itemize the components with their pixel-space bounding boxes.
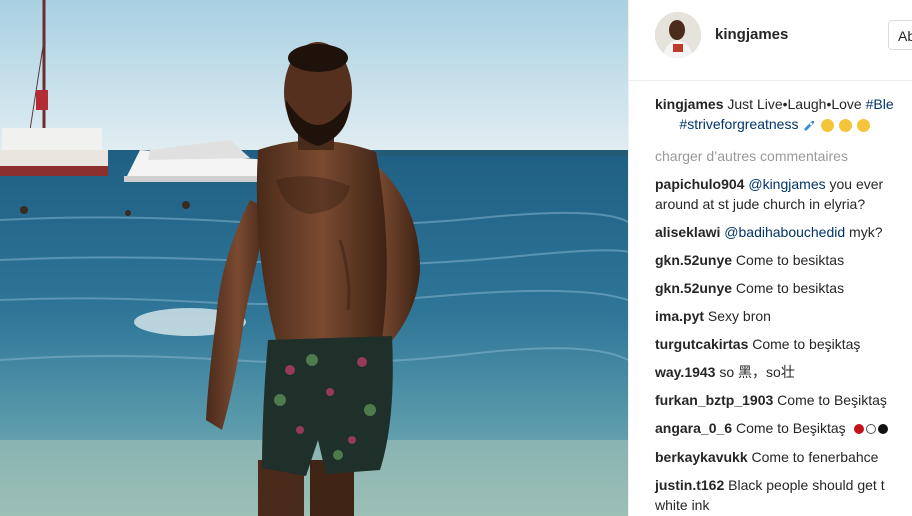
comment-item: way.1943 so 黑，so壮 [655,362,912,382]
comment-text-line2: around at st jude church in elyria? [655,196,866,212]
beach-photo-illustration [0,0,628,516]
comment-text: Come to besiktas [735,252,845,268]
comment-text: Come to Beşiktaş [777,392,887,408]
white-circle-icon [865,424,876,435]
comment-username[interactable]: aliseklawi [655,224,720,240]
caption-text: Just Live•Laugh•Love [727,96,862,112]
comment-item: justin.t162 Black people should get t wh… [655,475,912,515]
grin-emoji-icon [839,118,853,132]
caption-hashtag-1[interactable]: #Ble [866,96,894,112]
instagram-post-view: kingjames Abonné kingjames Just Live•Lau… [0,0,912,516]
avatar[interactable] [655,12,701,58]
caption-hashtag-2[interactable]: #striveforgreatness [679,116,798,132]
comment-item: gkn.52unye Come to besiktas [655,278,912,298]
red-circle-icon [853,424,864,435]
grimace-emoji-icon [821,118,835,132]
comment-username[interactable]: gkn.52unye [655,280,732,296]
comment-username[interactable]: turgutcakirtas [655,336,748,352]
comment-item: papichulo904 @kingjames you ever around … [655,174,912,214]
caption-username[interactable]: kingjames [655,96,723,112]
comment-username[interactable]: angara_0_6 [655,420,732,436]
comment-text: Sexy bron [707,308,771,324]
comment-item: berkaykavukk Come to fenerbahce [655,447,912,467]
caption-line2-prefix: ⠀⠀ [655,116,676,132]
comment-username[interactable]: ima.pyt [655,308,704,324]
comment-item: furkan_bztp_1903 Come to Beşiktaş [655,390,912,410]
post-header: kingjames Abonné [629,0,912,81]
comment-username[interactable]: justin.t162 [655,477,724,493]
comment-mention[interactable]: @kingjames [748,176,825,192]
load-more-comments-link[interactable]: charger d’autres commentaires [655,146,912,166]
comment-text: Come to fenerbahce [751,449,879,466]
comment-text: Come to Beşiktaş [735,420,846,436]
comments-list: kingjames Just Live•Laugh•Love #Ble ⠀⠀ #… [655,94,912,515]
circles-emoji-icon [853,419,890,439]
comment-text: Come to beşiktaş [752,336,861,352]
comment-item: aliseklawi @badihabouchedid myk? [655,222,912,242]
comment-text: myk? [849,224,883,240]
header-username[interactable]: kingjames [715,26,788,43]
post-sidebar: kingjames Abonné kingjames Just Live•Lau… [628,0,912,516]
comment-item: turgutcakirtas Come to beşiktaş [655,334,912,354]
comment-mention[interactable]: @badihabouchedid [724,224,845,240]
comment-text: so 黑，so壮 [719,364,795,380]
comment-text: you ever [829,176,884,192]
follow-button[interactable]: Abonné [888,20,912,50]
avatar-image [655,12,701,58]
rocket-emoji-icon [804,121,815,132]
comment-item: gkn.52unye Come to besiktas [655,250,912,270]
comment-item: angara_0_6 Come to Beşiktaş [655,418,912,439]
post-photo[interactable] [0,0,628,516]
smile-emoji-icon [857,118,871,132]
comment-text: Come to besiktas [735,280,845,296]
comment-username[interactable]: berkaykavukk [655,449,748,465]
comment-username[interactable]: papichulo904 [655,176,744,192]
comment-text-line2: white ink [655,497,710,514]
black-circle-icon [877,424,888,435]
comment-username[interactable]: gkn.52unye [655,252,732,268]
comment-item: ima.pyt Sexy bron [655,306,912,326]
comment-username[interactable]: way.1943 [655,364,715,380]
comment-username[interactable]: furkan_bztp_1903 [655,392,773,408]
post-caption: kingjames Just Live•Laugh•Love #Ble ⠀⠀ #… [655,94,912,134]
comment-text: Black people should get t [728,477,885,494]
